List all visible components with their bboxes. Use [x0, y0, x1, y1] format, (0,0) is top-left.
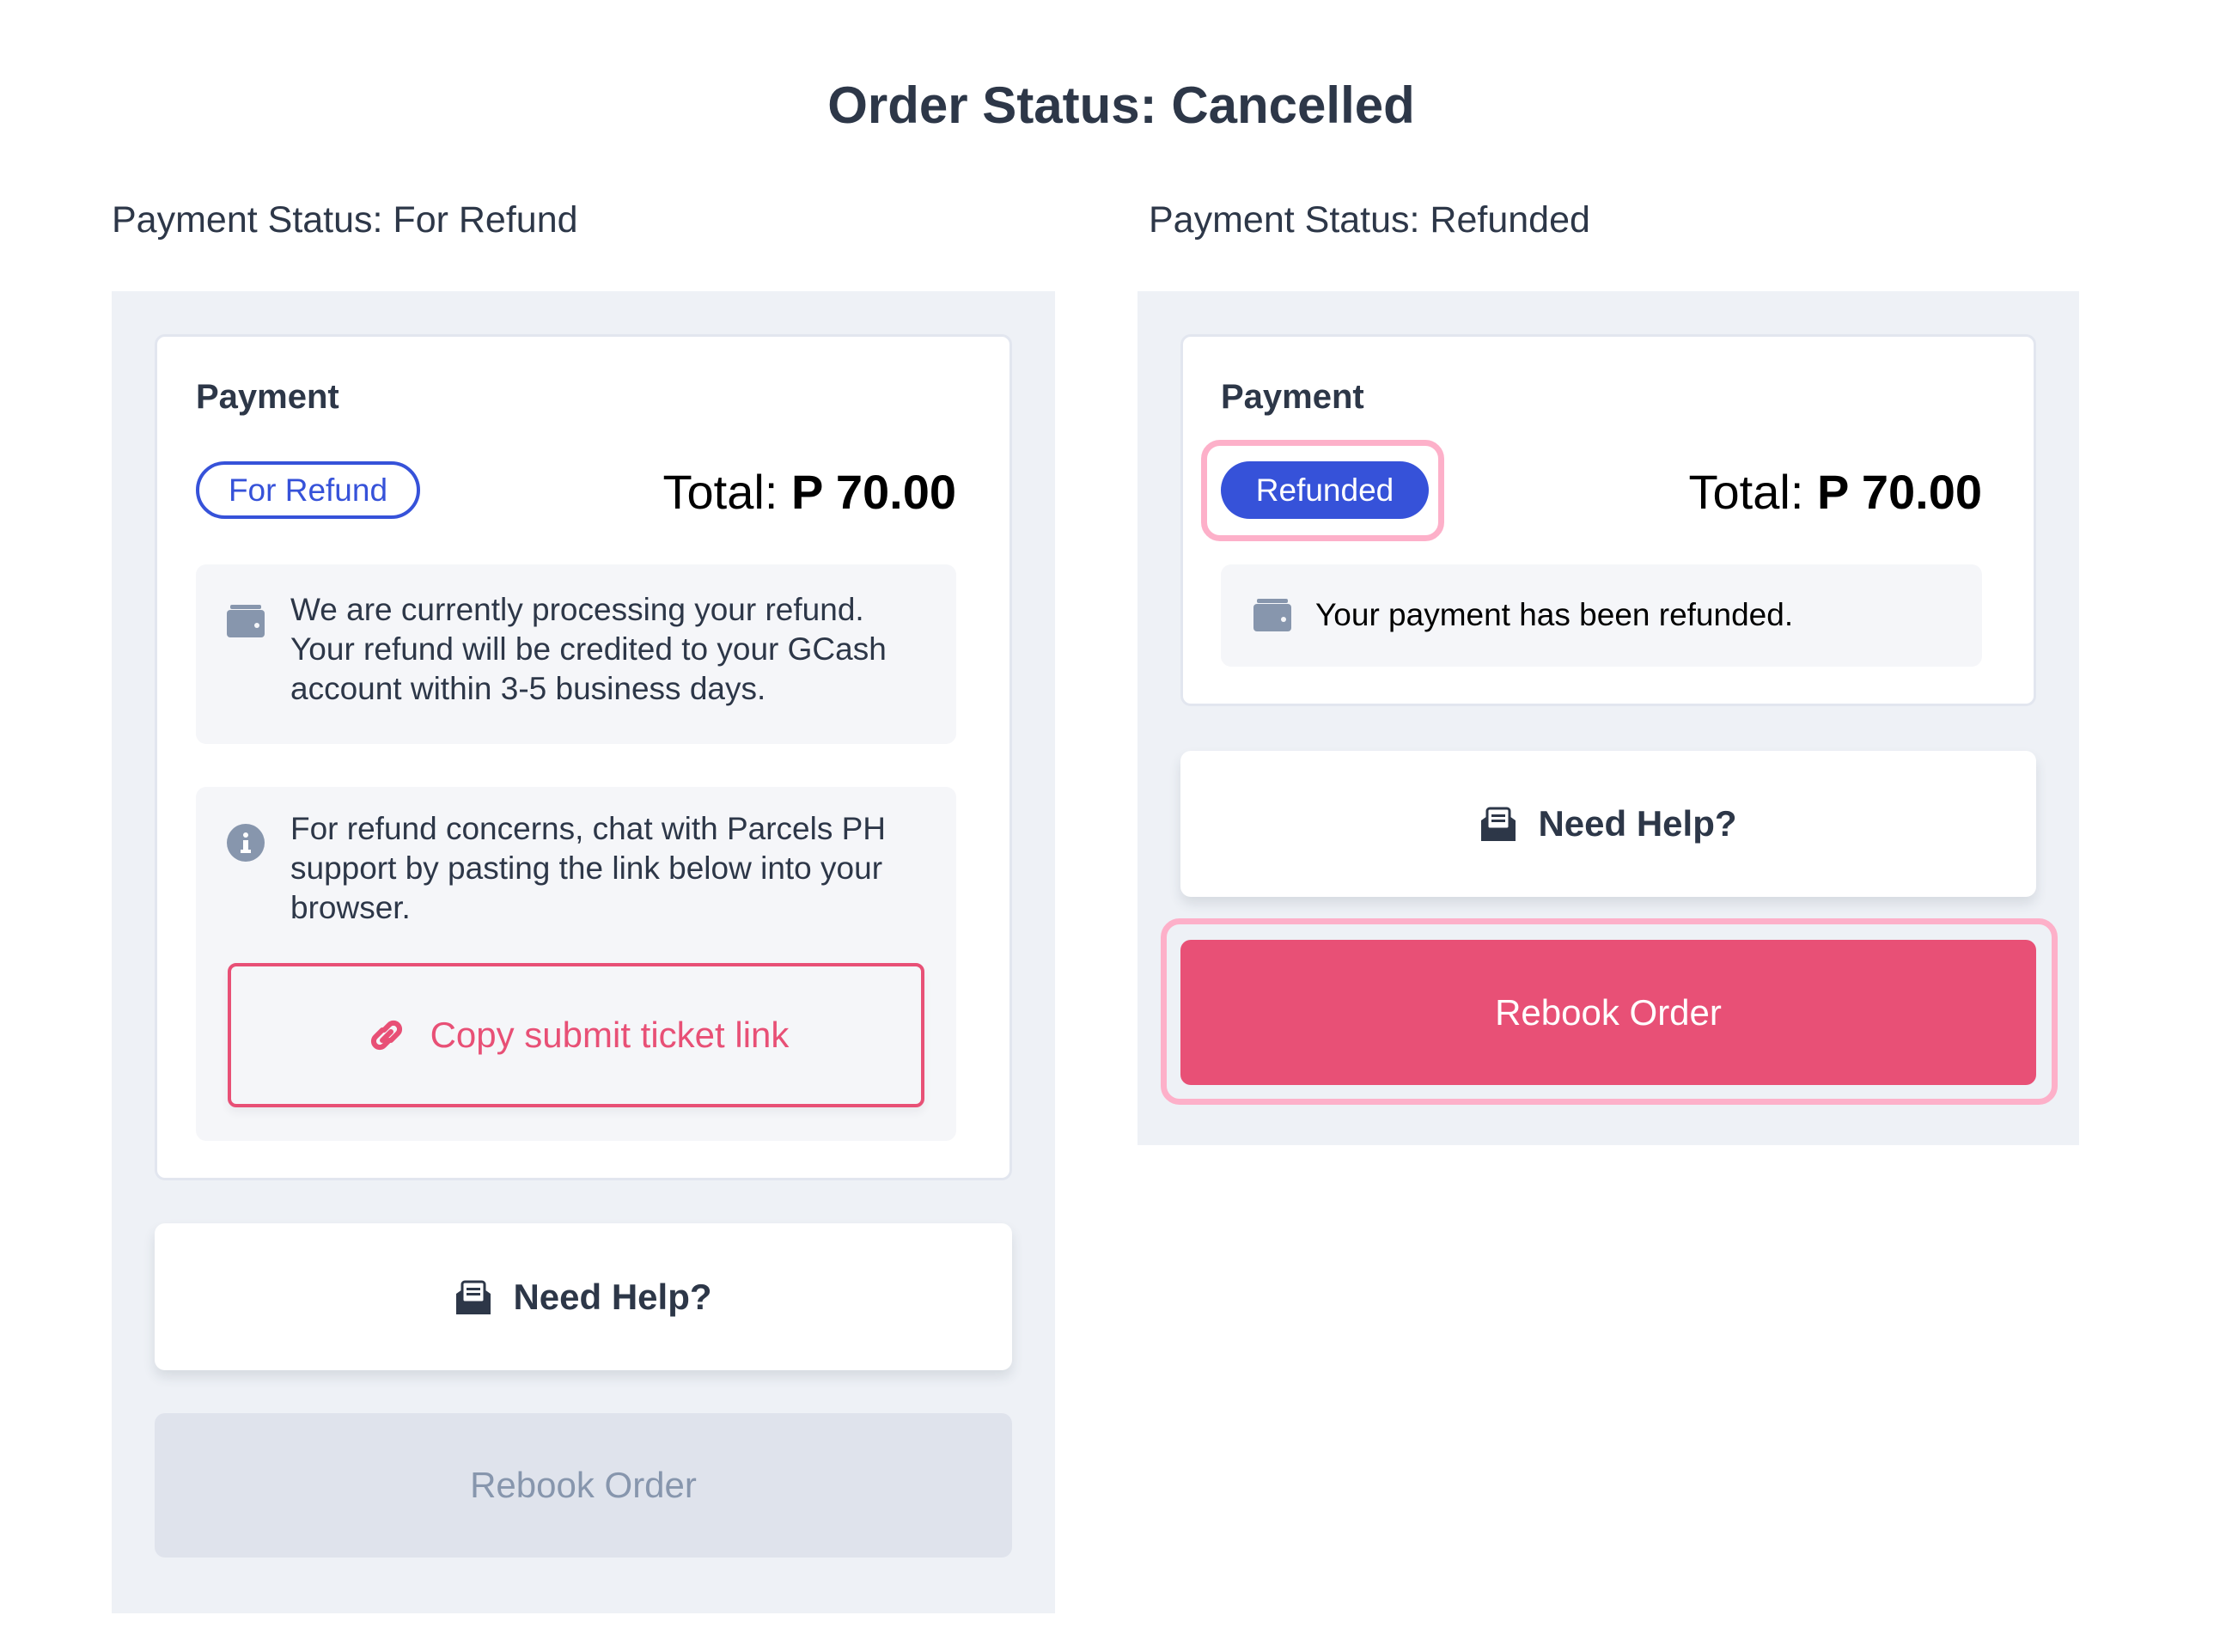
total-value: P 70.00: [1816, 465, 1982, 519]
wallet-icon: [1253, 599, 1291, 631]
status-badge-refunded: Refunded: [1221, 461, 1429, 519]
refund-info-box: We are currently processing your refund.…: [196, 564, 956, 744]
copy-ticket-link-label: Copy submit ticket link: [430, 1015, 790, 1055]
rebook-order-button-disabled[interactable]: Rebook Order: [155, 1413, 1012, 1558]
total-amount-left: Total: P 70.00: [515, 464, 956, 520]
total-label: Total:: [1688, 465, 1804, 519]
payment-heading-right: Payment: [1221, 378, 1364, 416]
total-value: P 70.00: [790, 465, 956, 519]
refunded-info-text: Your payment has been refunded.: [1315, 597, 1794, 632]
copy-ticket-link-button[interactable]: Copy submit ticket link: [228, 963, 924, 1107]
total-amount-right: Total: P 70.00: [1538, 464, 1982, 520]
need-help-label: Need Help?: [1538, 803, 1737, 844]
wallet-icon: [227, 605, 265, 637]
refund-info-text: We are currently processing your refund.…: [290, 590, 943, 709]
need-help-button-left[interactable]: Need Help?: [155, 1223, 1012, 1370]
need-help-button-right[interactable]: Need Help?: [1180, 751, 2036, 897]
payment-status-label-left: Payment Status: For Refund: [112, 199, 578, 241]
refund-concern-text: For refund concerns, chat with Parcels P…: [290, 809, 943, 928]
status-badge-for-refund: For Refund: [196, 461, 420, 519]
refunded-info-box: Your payment has been refunded.: [1221, 564, 1982, 667]
refund-info-line: account within 3-5 business days.: [290, 671, 766, 706]
payment-status-label-right: Payment Status: Refunded: [1149, 199, 1590, 241]
concern-info-line: support by pasting the link below into y…: [290, 850, 883, 886]
envelope-open-icon: [456, 1280, 491, 1314]
payment-heading-left: Payment: [196, 378, 339, 416]
link-icon: [370, 1020, 402, 1051]
concern-info-line: For refund concerns, chat with Parcels P…: [290, 811, 887, 846]
rebook-order-button[interactable]: Rebook Order: [1180, 940, 2036, 1085]
concern-info-line: browser.: [290, 890, 411, 925]
page-title: Order Status: Cancelled: [827, 76, 1415, 134]
info-icon: [227, 824, 265, 862]
refund-info-line: We are currently processing your refund.: [290, 592, 864, 627]
refund-info-line: Your refund will be credited to your GCa…: [290, 631, 887, 667]
envelope-open-icon: [1481, 807, 1516, 841]
need-help-label: Need Help?: [513, 1276, 712, 1317]
total-label: Total:: [662, 465, 778, 519]
